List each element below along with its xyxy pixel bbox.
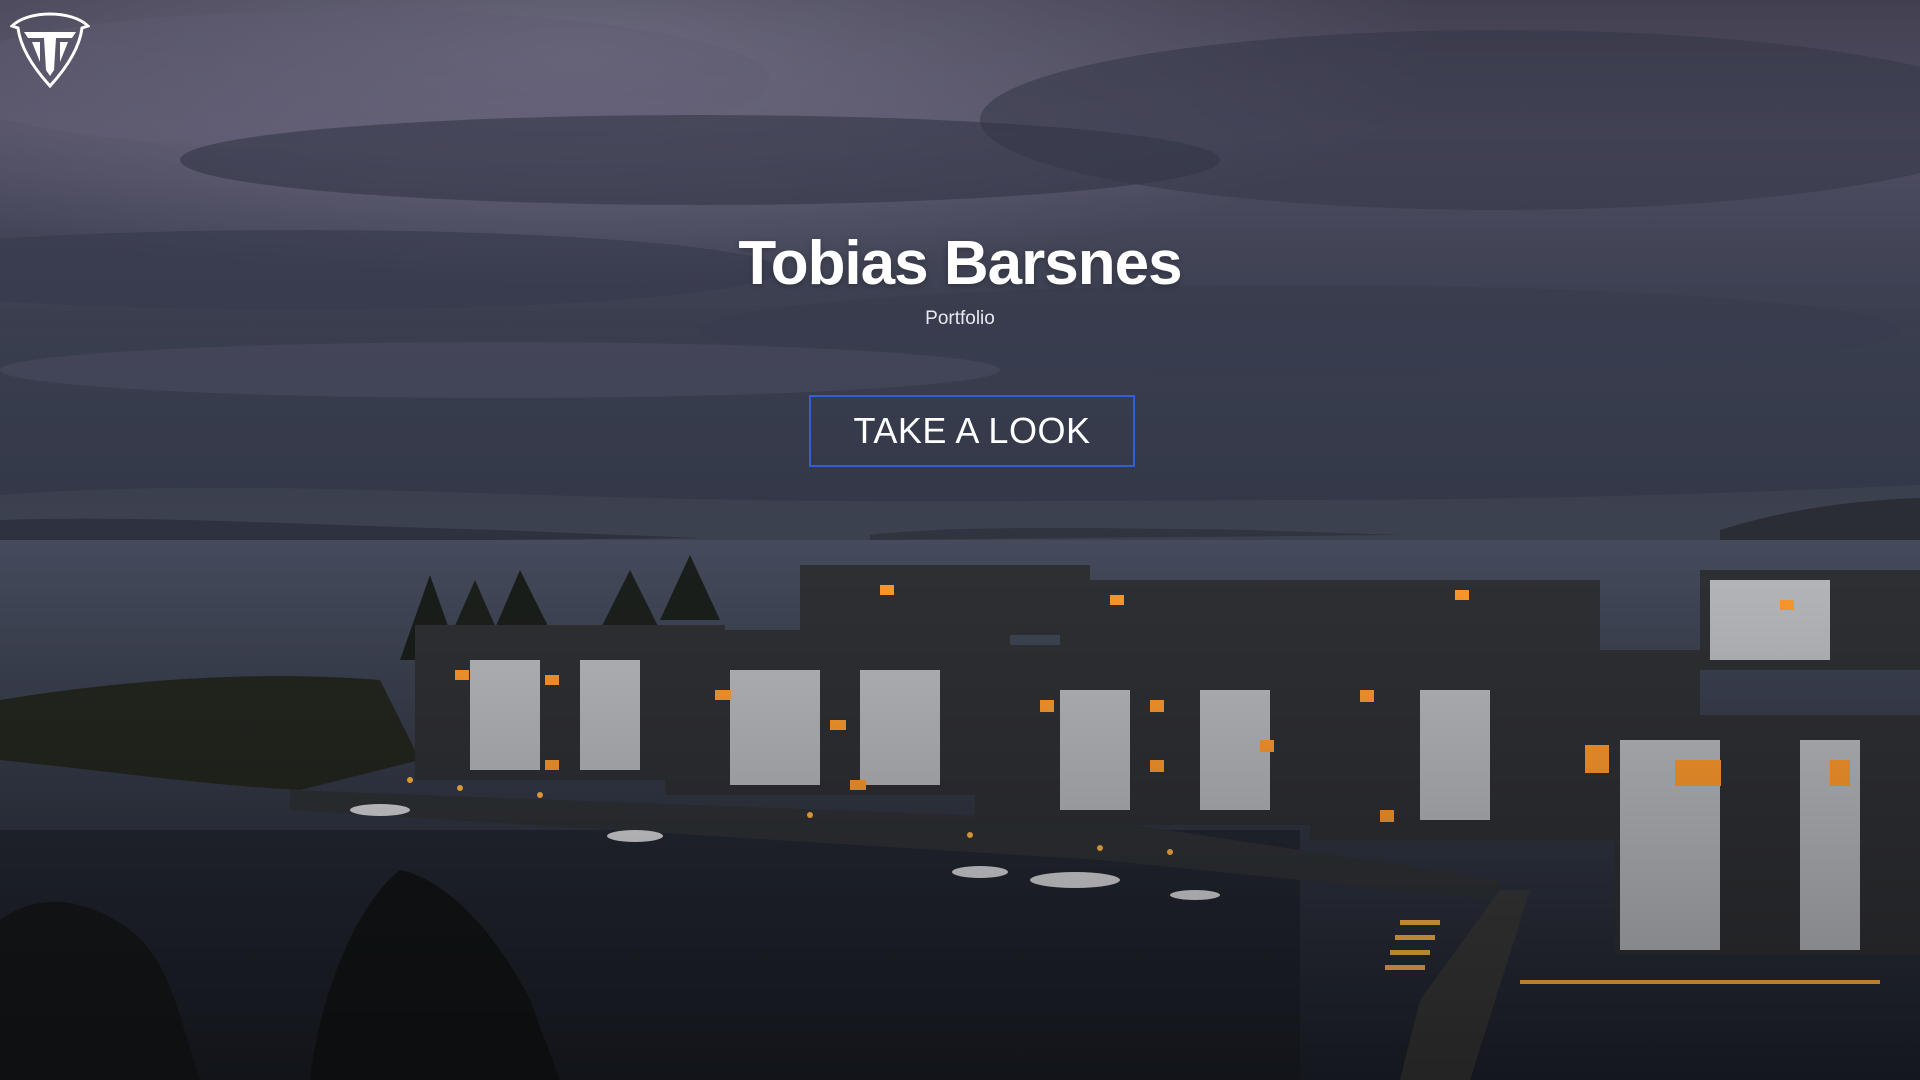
tb-shield-logo-icon[interactable] [9, 12, 91, 89]
hero-title: Tobias Barsnes [738, 229, 1182, 298]
hero-section: Tobias Barsnes Portfolio TAKE A LOOK [0, 0, 1920, 1080]
hero-subtitle: Portfolio [925, 308, 995, 329]
hero-heading-group: Tobias Barsnes Portfolio [0, 222, 1920, 332]
hero-background-image [0, 0, 1920, 1080]
take-a-look-button[interactable]: TAKE A LOOK [809, 395, 1135, 467]
